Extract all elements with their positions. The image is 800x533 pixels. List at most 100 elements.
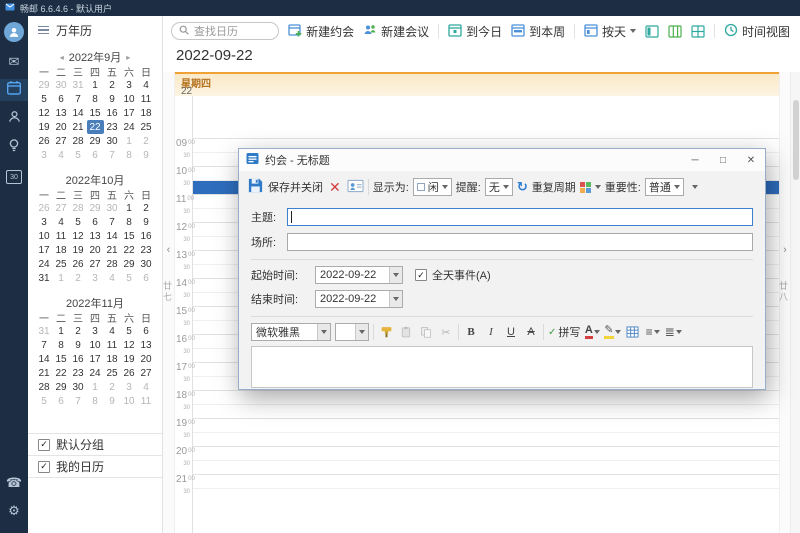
filter-default-group[interactable]: ✓ 默认分组 bbox=[28, 434, 162, 456]
strikethrough-button[interactable]: A bbox=[523, 324, 539, 341]
underline-button[interactable]: U bbox=[503, 324, 519, 341]
prev-month-arrow-icon[interactable]: ◂ bbox=[60, 53, 64, 62]
mini-cal-day[interactable]: 31 bbox=[70, 78, 87, 92]
mini-cal-day[interactable]: 9 bbox=[138, 148, 155, 162]
mini-cal-day[interactable]: 23 bbox=[70, 366, 87, 380]
dropdown-button[interactable] bbox=[389, 291, 402, 307]
vertical-scrollbar[interactable] bbox=[790, 72, 800, 533]
mini-cal-day[interactable]: 31 bbox=[36, 271, 53, 285]
mini-cal-day[interactable]: 18 bbox=[138, 106, 155, 120]
mini-cal-day[interactable]: 17 bbox=[87, 352, 104, 366]
checkbox-checked-icon[interactable]: ✓ bbox=[415, 269, 427, 281]
mini-cal-day[interactable]: 24 bbox=[87, 366, 104, 380]
mini-cal-day[interactable]: 29 bbox=[87, 201, 104, 215]
copy-icon[interactable] bbox=[418, 324, 434, 341]
mini-cal-day[interactable]: 8 bbox=[121, 215, 138, 229]
sidebar-item-mail[interactable]: ✉ bbox=[0, 50, 28, 72]
week-view-icon-button[interactable] bbox=[668, 25, 682, 38]
mini-cal-day[interactable]: 7 bbox=[104, 148, 121, 162]
mini-cal-day[interactable]: 10 bbox=[36, 229, 53, 243]
mini-cal-day[interactable]: 26 bbox=[36, 134, 53, 148]
mini-cal-day[interactable]: 30 bbox=[138, 257, 155, 271]
mini-cal-day[interactable]: 16 bbox=[70, 352, 87, 366]
reminder-select[interactable]: 无 bbox=[485, 178, 513, 196]
mini-cal-day[interactable]: 7 bbox=[70, 394, 87, 408]
next-day-strip[interactable]: › 廿八 bbox=[779, 72, 790, 533]
mini-cal-day[interactable]: 5 bbox=[36, 394, 53, 408]
mini-cal-day[interactable]: 2 bbox=[138, 134, 155, 148]
highlight-button[interactable]: ✎ bbox=[604, 324, 620, 341]
mini-cal-day[interactable]: 29 bbox=[87, 134, 104, 148]
by-day-button[interactable]: 按天 bbox=[584, 23, 636, 40]
mini-cal-day[interactable]: 20 bbox=[87, 243, 104, 257]
mini-cal-day[interactable]: 17 bbox=[36, 243, 53, 257]
mini-cal-day[interactable]: 9 bbox=[138, 215, 155, 229]
mini-cal-day[interactable]: 5 bbox=[70, 148, 87, 162]
prev-day-strip[interactable]: ‹ 廿七 bbox=[163, 72, 175, 533]
next-month-arrow-icon[interactable]: ▸ bbox=[126, 53, 130, 62]
mini-cal-day[interactable]: 21 bbox=[104, 243, 121, 257]
mini-cal-day[interactable]: 8 bbox=[87, 394, 104, 408]
font-color-button[interactable]: A bbox=[584, 324, 600, 341]
mini-cal-day[interactable]: 7 bbox=[70, 92, 87, 106]
mini-cal-day[interactable]: 22 bbox=[53, 366, 70, 380]
mini-cal-day[interactable]: 30 bbox=[104, 134, 121, 148]
mini-cal-day[interactable]: 14 bbox=[70, 106, 87, 120]
paste-icon[interactable] bbox=[398, 324, 414, 341]
mini-cal-day[interactable]: 9 bbox=[104, 394, 121, 408]
mini-cal-day[interactable]: 6 bbox=[138, 271, 155, 285]
tool-item-phone[interactable]: ☎ bbox=[0, 471, 28, 493]
mini-cal-day[interactable]: 5 bbox=[121, 271, 138, 285]
mini-cal-day[interactable]: 8 bbox=[121, 148, 138, 162]
menu-icon[interactable] bbox=[38, 26, 49, 35]
mini-cal-day[interactable]: 3 bbox=[121, 380, 138, 394]
mini-cal-day[interactable]: 6 bbox=[87, 148, 104, 162]
checkbox-checked-icon[interactable]: ✓ bbox=[38, 439, 50, 451]
list-button[interactable]: ≣ bbox=[665, 324, 682, 341]
mini-cal-day[interactable]: 4 bbox=[104, 271, 121, 285]
mini-cal-day[interactable]: 3 bbox=[36, 148, 53, 162]
mini-cal-day[interactable]: 27 bbox=[87, 257, 104, 271]
mini-cal-day[interactable]: 3 bbox=[87, 324, 104, 338]
new-meeting-button[interactable]: 新建会议 bbox=[363, 23, 429, 40]
tool-item-settings[interactable]: ⚙ bbox=[0, 499, 28, 521]
prev-day-arrow-icon[interactable]: ‹ bbox=[163, 244, 174, 256]
mini-cal-day[interactable]: 12 bbox=[36, 106, 53, 120]
go-today-button[interactable]: 到今日 bbox=[448, 23, 502, 40]
mini-cal-day[interactable]: 9 bbox=[104, 92, 121, 106]
delete-button[interactable]: ✕ bbox=[329, 179, 341, 196]
mini-cal-day[interactable]: 12 bbox=[121, 338, 138, 352]
mini-cal-day[interactable]: 29 bbox=[53, 380, 70, 394]
mini-cal-day[interactable]: 6 bbox=[138, 324, 155, 338]
mini-cal-day[interactable]: 3 bbox=[36, 215, 53, 229]
dropdown-button[interactable] bbox=[355, 324, 368, 340]
mini-cal-day[interactable]: 25 bbox=[104, 366, 121, 380]
mini-cal-day[interactable]: 1 bbox=[87, 78, 104, 92]
insert-table-button[interactable] bbox=[625, 324, 641, 341]
mini-cal-day[interactable]: 14 bbox=[36, 352, 53, 366]
mini-cal-day[interactable]: 21 bbox=[36, 366, 53, 380]
mini-cal-day[interactable]: 6 bbox=[87, 215, 104, 229]
mini-cal-day[interactable]: 15 bbox=[53, 352, 70, 366]
search-input[interactable]: 查找日历 bbox=[171, 22, 279, 40]
mini-cal-day[interactable]: 26 bbox=[70, 257, 87, 271]
mini-cal-day[interactable]: 20 bbox=[53, 120, 70, 134]
mini-cal-day[interactable]: 25 bbox=[53, 257, 70, 271]
mini-cal-day[interactable]: 4 bbox=[53, 215, 70, 229]
more-options-button[interactable] bbox=[688, 178, 702, 196]
all-day-checkbox[interactable]: ✓ 全天事件(A) bbox=[415, 267, 491, 283]
mini-cal-day[interactable]: 2 bbox=[138, 201, 155, 215]
mini-cal-day[interactable]: 11 bbox=[138, 394, 155, 408]
time-view-button[interactable]: 时间视图 bbox=[724, 23, 790, 40]
mini-cal-day[interactable]: 19 bbox=[36, 120, 53, 134]
mini-cal-day[interactable]: 15 bbox=[121, 229, 138, 243]
new-appointment-button[interactable]: 新建约会 bbox=[288, 23, 354, 40]
mini-cal-day[interactable]: 30 bbox=[53, 78, 70, 92]
mini-cal-day[interactable]: 5 bbox=[36, 92, 53, 106]
spell-check-button[interactable]: ✓ 拼写 bbox=[548, 324, 580, 340]
sidebar-item-perpetual-calendar[interactable]: 30 bbox=[0, 166, 28, 188]
start-date-select[interactable]: 2022-09-22 bbox=[315, 266, 403, 284]
mini-cal-day[interactable]: 30 bbox=[70, 380, 87, 394]
mini-cal-day[interactable]: 23 bbox=[138, 243, 155, 257]
mini-cal-day[interactable]: 8 bbox=[53, 338, 70, 352]
